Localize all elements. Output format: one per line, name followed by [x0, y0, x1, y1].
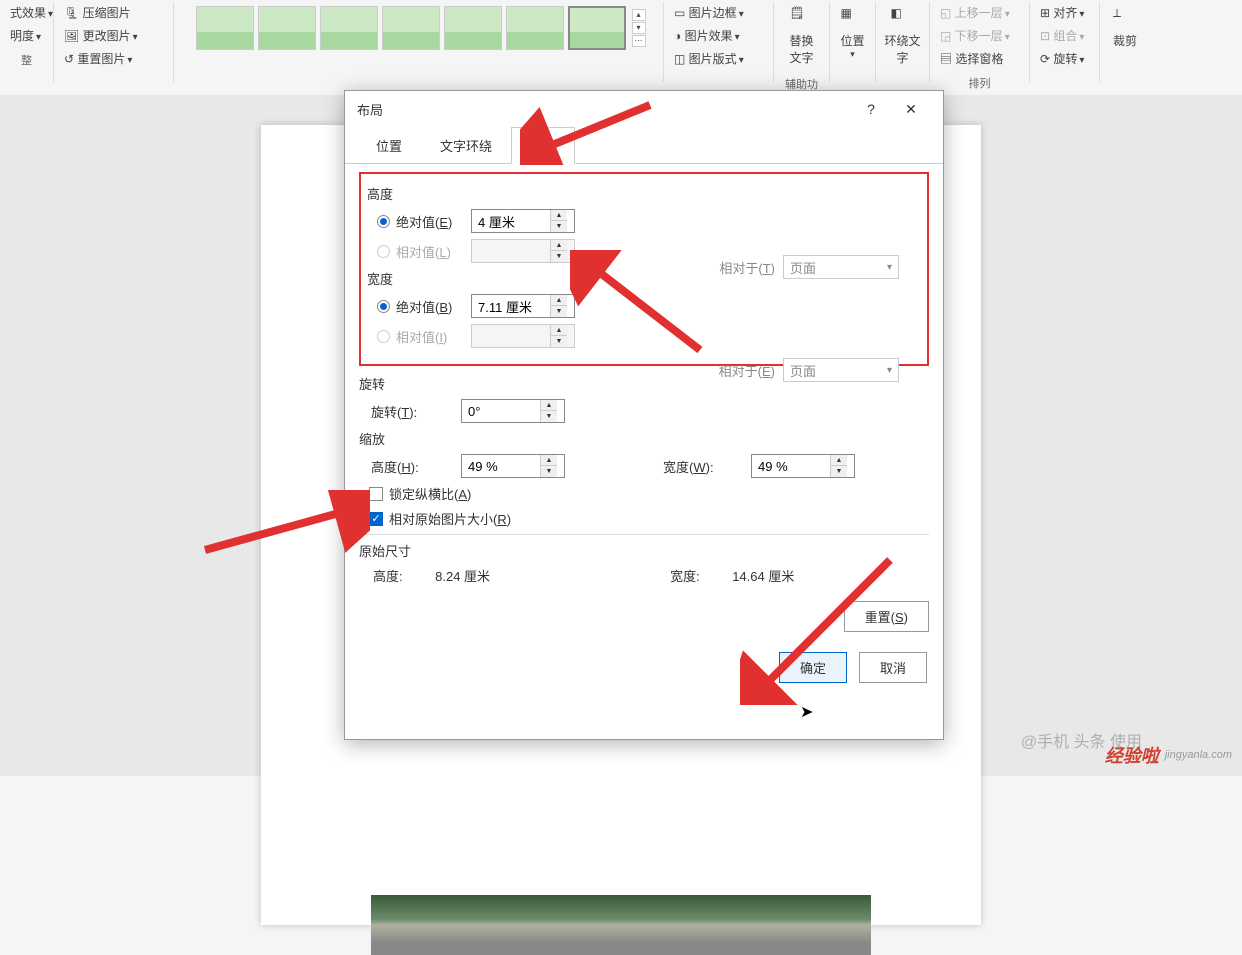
align-button[interactable]: ⊞ 对齐▾: [1036, 2, 1093, 23]
width-relative-input: [472, 329, 550, 344]
alt-text-icon: 🗒: [789, 6, 813, 30]
lock-aspect-label: 锁定纵横比(A): [389, 484, 471, 503]
crop-icon: ⟂: [1113, 6, 1137, 30]
width-absolute-radio[interactable]: [377, 300, 390, 313]
original-width: 宽度: 14.64 厘米: [670, 566, 794, 585]
original-size-label: 原始尺寸: [359, 541, 929, 560]
relative-original-checkbox[interactable]: ✓: [369, 512, 383, 526]
style-thumb[interactable]: [506, 6, 564, 50]
lock-aspect-checkbox[interactable]: [369, 487, 383, 501]
height-absolute-radio[interactable]: [377, 215, 390, 228]
rotation-input[interactable]: [462, 404, 540, 419]
reset-button[interactable]: 重置(S): [844, 601, 929, 632]
rotation-field-label: 旋转(T):: [371, 402, 453, 421]
dialog-title-text: 布局: [357, 100, 383, 119]
compress-image[interactable]: 🗜 压缩图片: [60, 2, 167, 23]
scale-width-spinner[interactable]: ▲▼: [751, 454, 855, 478]
spin-down[interactable]: ▼: [551, 221, 567, 232]
help-button[interactable]: ?: [851, 94, 891, 124]
send-backward[interactable]: ◲ 下移一层▾: [936, 25, 1023, 46]
alt-text-button[interactable]: 🗒 替换 文字: [781, 2, 821, 70]
radio-label: 相对值(L): [396, 242, 451, 261]
scale-height-spinner[interactable]: ▲▼: [461, 454, 565, 478]
height-relative-radio[interactable]: [377, 245, 390, 258]
ribbon: 式效果▾ 明度▾ 整 🗜 压缩图片 🖼 更改图片▾ ↺ 重置图片▾ ▴ ▾ ⋯: [0, 0, 1242, 95]
style-thumb[interactable]: [196, 6, 254, 50]
group-button[interactable]: ⊡ 组合▾: [1036, 25, 1093, 46]
gallery-down[interactable]: ▾: [632, 22, 646, 34]
spin-up[interactable]: ▲: [541, 455, 557, 466]
height-rel-to-label: 相对于(T): [705, 258, 775, 277]
scale-width-input[interactable]: [752, 459, 830, 474]
wrap-text-button[interactable]: ◧ 环绕文 字: [877, 2, 929, 70]
scale-group-label: 缩放: [359, 429, 929, 448]
picture-effect[interactable]: ◑ 图片效果▾: [670, 25, 767, 46]
spin-up[interactable]: ▲: [551, 295, 567, 306]
dialog-tabs: 位置 文字环绕 大小: [345, 127, 943, 164]
radio-label: 绝对值(E): [396, 212, 452, 231]
width-relative-radio[interactable]: [377, 330, 390, 343]
position-button[interactable]: ▦ 位置 ▾: [833, 2, 873, 64]
width-rel-to-label: 相对于(E): [705, 361, 775, 380]
bring-forward[interactable]: ◱ 上移一层▾: [936, 2, 1023, 23]
width-rel-to-combo: 页面▾: [783, 358, 899, 382]
style-thumb[interactable]: [320, 6, 378, 50]
gallery-more[interactable]: ⋯: [632, 35, 646, 47]
page-image[interactable]: [371, 895, 871, 955]
height-absolute-input[interactable]: [472, 214, 550, 229]
layout-dialog: 布局 ? ✕ 位置 文字环绕 大小 高度 绝对值(E) ▲▼: [344, 90, 944, 740]
reset-image[interactable]: ↺ 重置图片▾: [60, 48, 167, 69]
height-relative-spinner: ▲▼: [471, 239, 575, 263]
width-absolute-input[interactable]: [472, 299, 550, 314]
selection-pane[interactable]: ▤ 选择窗格: [936, 48, 1023, 69]
height-group-label: 高度: [367, 184, 921, 203]
height-rel-to-combo: 页面▾: [783, 255, 899, 279]
picture-format[interactable]: ◫ 图片版式▾: [670, 48, 767, 69]
picture-style-gallery: [192, 2, 630, 54]
ribbon-group-label: 排列: [936, 75, 1023, 91]
height-absolute-spinner[interactable]: ▲▼: [471, 209, 575, 233]
tab-position[interactable]: 位置: [357, 127, 421, 164]
scale-width-label: 宽度(W):: [663, 457, 743, 476]
radio-label: 相对值(I): [396, 327, 447, 346]
ribbon-group-label: 整: [6, 52, 47, 68]
cancel-button[interactable]: 取消: [859, 652, 927, 683]
change-image[interactable]: 🖼 更改图片▾: [60, 25, 167, 46]
style-thumb[interactable]: [382, 6, 440, 50]
tab-size[interactable]: 大小: [511, 127, 575, 164]
dialog-titlebar: 布局 ? ✕: [345, 91, 943, 127]
spin-up[interactable]: ▲: [831, 455, 847, 466]
height-relative-input: [472, 244, 550, 259]
scale-height-input[interactable]: [462, 459, 540, 474]
style-thumb[interactable]: [444, 6, 502, 50]
ribbon-item[interactable]: 明度▾: [6, 25, 47, 46]
scale-height-label: 高度(H):: [371, 457, 453, 476]
style-thumb[interactable]: [258, 6, 316, 50]
spin-down[interactable]: ▼: [541, 466, 557, 477]
rotation-spinner[interactable]: ▲▼: [461, 399, 565, 423]
picture-border[interactable]: ▭ 图片边框▾: [670, 2, 767, 23]
width-relative-spinner: ▲▼: [471, 324, 575, 348]
ok-button[interactable]: 确定: [779, 652, 847, 683]
spin-down[interactable]: ▼: [551, 306, 567, 317]
wrap-icon: ◧: [891, 6, 915, 30]
relative-original-label: 相对原始图片大小(R): [389, 509, 511, 528]
gallery-up[interactable]: ▴: [632, 9, 646, 21]
watermark: 经验啦 jingyanla.com: [1105, 742, 1232, 768]
ribbon-item[interactable]: 式效果▾: [6, 2, 47, 23]
position-icon: ▦: [841, 6, 865, 30]
radio-label: 绝对值(B): [396, 297, 452, 316]
width-absolute-spinner[interactable]: ▲▼: [471, 294, 575, 318]
original-height: 高度: 8.24 厘米: [373, 566, 490, 585]
spin-up[interactable]: ▲: [551, 210, 567, 221]
rotate-button[interactable]: ⟳ 旋转▾: [1036, 48, 1093, 69]
style-thumb-selected[interactable]: [568, 6, 626, 50]
close-button[interactable]: ✕: [891, 94, 931, 124]
spin-down[interactable]: ▼: [831, 466, 847, 477]
tab-wrap[interactable]: 文字环绕: [421, 127, 511, 164]
cursor-icon: ➤: [800, 702, 813, 722]
spin-up[interactable]: ▲: [541, 400, 557, 411]
crop-button[interactable]: ⟂ 裁剪: [1105, 2, 1145, 53]
spin-down[interactable]: ▼: [541, 411, 557, 422]
